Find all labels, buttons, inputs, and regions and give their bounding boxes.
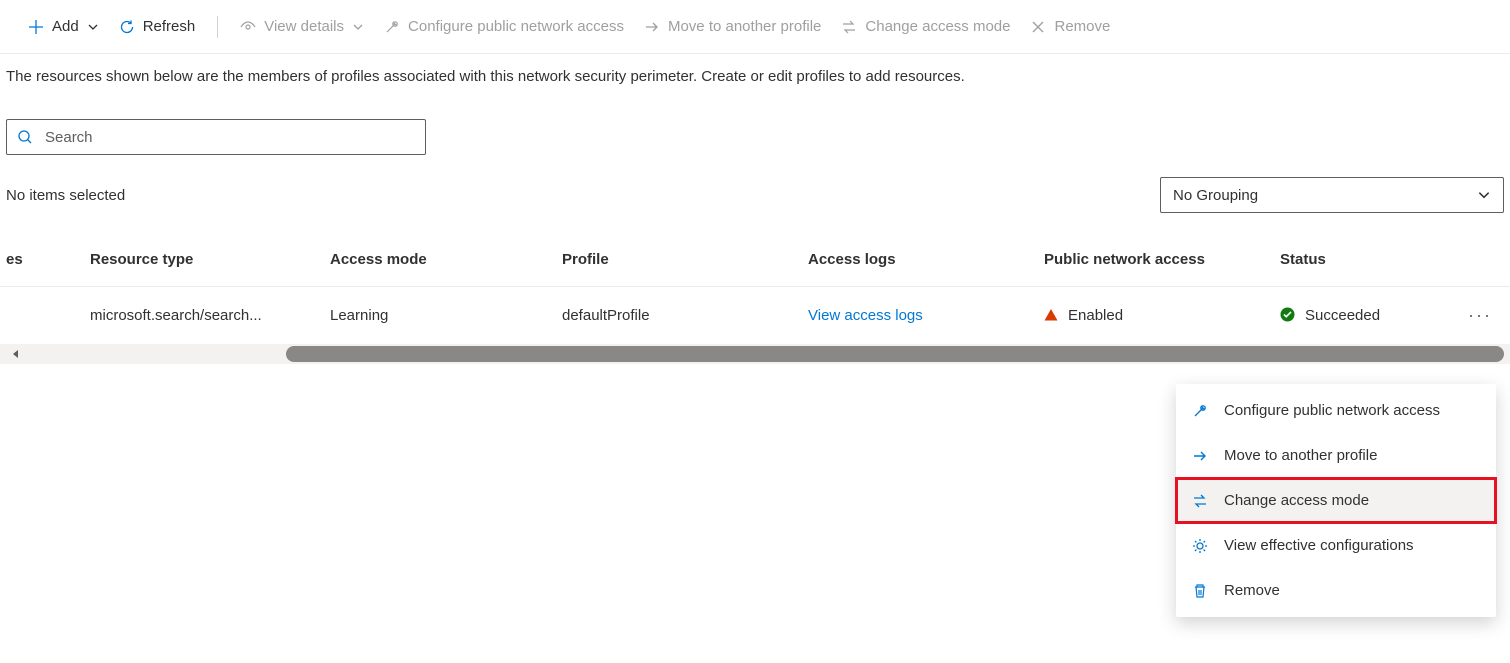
- remove-button: Remove: [1020, 12, 1120, 41]
- arrow-right-icon: [1192, 448, 1210, 464]
- cell-access-mode: Learning: [330, 307, 562, 324]
- grouping-select[interactable]: No Grouping: [1160, 177, 1504, 213]
- search-input[interactable]: [45, 129, 415, 146]
- ctx-remove[interactable]: Remove: [1176, 568, 1496, 613]
- trash-icon: [1192, 583, 1210, 599]
- search-row: [0, 85, 1510, 163]
- refresh-button[interactable]: Refresh: [109, 12, 206, 41]
- command-bar: Add Refresh View details Configure publi…: [0, 0, 1510, 54]
- selection-status: No items selected: [6, 187, 125, 204]
- cell-status: Succeeded: [1280, 307, 1460, 324]
- search-box[interactable]: [6, 119, 426, 155]
- col-access-logs[interactable]: Access logs: [808, 251, 1044, 268]
- ctx-change-access-mode[interactable]: Change access mode: [1176, 478, 1496, 523]
- add-label: Add: [52, 18, 79, 35]
- cell-public-network-access: Enabled: [1044, 307, 1280, 324]
- scroll-left-arrow[interactable]: [6, 349, 26, 359]
- arrow-right-icon: [644, 19, 660, 35]
- swap-icon: [841, 19, 857, 35]
- refresh-label: Refresh: [143, 18, 196, 35]
- ctx-view-effective[interactable]: View effective configurations: [1176, 523, 1496, 568]
- success-icon: [1280, 307, 1295, 322]
- row-context-menu: Configure public network access Move to …: [1176, 384, 1496, 617]
- remove-label: Remove: [1054, 18, 1110, 35]
- plug-icon: [384, 19, 400, 35]
- col-partial[interactable]: es: [6, 251, 90, 268]
- ctx-configure-pna[interactable]: Configure public network access: [1176, 388, 1496, 433]
- configure-pna-button: Configure public network access: [374, 12, 634, 41]
- change-access-label: Change access mode: [865, 18, 1010, 35]
- col-profile[interactable]: Profile: [562, 251, 808, 268]
- swap-icon: [1192, 493, 1210, 509]
- move-profile-button: Move to another profile: [634, 12, 831, 41]
- view-details-label: View details: [264, 18, 344, 35]
- view-details-button: View details: [230, 12, 374, 41]
- col-resource-type[interactable]: Resource type: [90, 251, 330, 268]
- separator: [217, 16, 218, 38]
- move-profile-label: Move to another profile: [668, 18, 821, 35]
- col-status[interactable]: Status: [1280, 251, 1460, 268]
- refresh-icon: [119, 19, 135, 35]
- selection-grouping-row: No items selected No Grouping: [0, 163, 1510, 217]
- table-row[interactable]: microsoft.search/search... Learning defa…: [0, 287, 1510, 344]
- cell-resource-type: microsoft.search/search...: [90, 307, 330, 324]
- eye-icon: [240, 19, 256, 35]
- plug-icon: [1192, 403, 1210, 419]
- status-value: Succeeded: [1305, 307, 1380, 324]
- warning-icon: [1044, 308, 1058, 322]
- ctx-label: Remove: [1224, 582, 1280, 599]
- resources-table: es Resource type Access mode Profile Acc…: [0, 251, 1510, 364]
- gear-icon: [1192, 538, 1210, 554]
- chevron-down-icon: [352, 21, 364, 33]
- horizontal-scrollbar[interactable]: [0, 344, 1510, 364]
- plus-icon: [28, 19, 44, 35]
- ctx-label: View effective configurations: [1224, 537, 1414, 554]
- col-access-mode[interactable]: Access mode: [330, 251, 562, 268]
- scroll-track[interactable]: [36, 346, 1504, 362]
- table-header: es Resource type Access mode Profile Acc…: [0, 251, 1510, 287]
- change-access-button: Change access mode: [831, 12, 1020, 41]
- close-icon: [1030, 19, 1046, 35]
- scroll-thumb[interactable]: [286, 346, 1504, 362]
- row-more-button[interactable]: ···: [1468, 305, 1492, 326]
- ctx-move-profile[interactable]: Move to another profile: [1176, 433, 1496, 478]
- cell-profile: defaultProfile: [562, 307, 808, 324]
- configure-pna-label: Configure public network access: [408, 18, 624, 35]
- chevron-down-icon: [1477, 188, 1491, 202]
- ctx-label: Move to another profile: [1224, 447, 1377, 464]
- search-icon: [17, 129, 33, 145]
- col-public-network-access[interactable]: Public network access: [1044, 251, 1280, 268]
- description-text: The resources shown below are the member…: [0, 54, 1510, 85]
- ctx-label: Change access mode: [1224, 492, 1369, 509]
- view-access-logs-link[interactable]: View access logs: [808, 307, 923, 324]
- grouping-value: No Grouping: [1173, 187, 1258, 204]
- ctx-label: Configure public network access: [1224, 402, 1440, 419]
- chevron-down-icon: [87, 21, 99, 33]
- pna-value: Enabled: [1068, 307, 1123, 324]
- add-button[interactable]: Add: [18, 12, 109, 41]
